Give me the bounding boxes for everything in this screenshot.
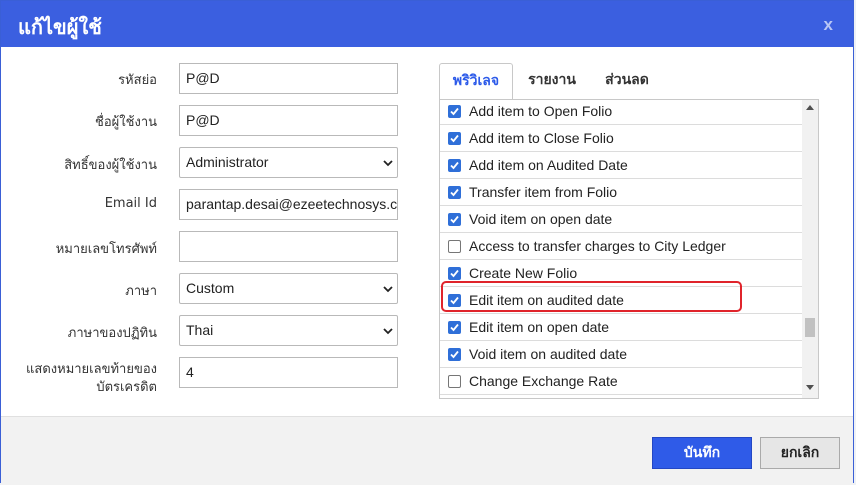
checkbox-checked[interactable] bbox=[448, 348, 461, 361]
privilege-item-label: Add item to Close Folio bbox=[469, 130, 614, 146]
language-select-value: Custom bbox=[186, 280, 235, 296]
dialog-footer: บันทึก ยกเลิก bbox=[1, 416, 853, 485]
card-digits-input[interactable]: 4 bbox=[179, 357, 398, 388]
privilege-item[interactable]: Add item on Audited Date bbox=[440, 152, 802, 179]
tab-reports[interactable]: รายงาน bbox=[525, 63, 579, 99]
checkmark-icon bbox=[450, 107, 459, 116]
short-code-label: รหัสย่อ bbox=[118, 73, 157, 88]
calendar-select-value: Thai bbox=[186, 322, 214, 338]
email-label: Email Id bbox=[104, 196, 157, 211]
privilege-item[interactable]: Transfer item from Folio bbox=[440, 179, 802, 206]
chevron-down-icon bbox=[383, 160, 393, 167]
username-label: ชื่อผู้ใช้งาน bbox=[95, 115, 157, 130]
checkmark-icon bbox=[450, 350, 459, 359]
close-icon[interactable]: x bbox=[824, 15, 833, 35]
tab-privileges[interactable]: พริวิเลจ bbox=[439, 63, 513, 100]
privilege-item[interactable]: Void item on audited date bbox=[440, 341, 802, 368]
checkmark-icon bbox=[450, 215, 459, 224]
chevron-down-icon bbox=[383, 286, 393, 293]
cancel-button[interactable]: ยกเลิก bbox=[760, 437, 840, 469]
checkbox-checked[interactable] bbox=[448, 213, 461, 226]
privilege-select[interactable]: Administrator bbox=[179, 147, 398, 178]
checkbox-checked[interactable] bbox=[448, 159, 461, 172]
privilege-item[interactable]: Change Exchange Rate bbox=[440, 368, 802, 395]
phone-label: หมายเลขโทรศัพท์ bbox=[55, 242, 157, 257]
checkbox-checked[interactable] bbox=[448, 186, 461, 199]
privilege-label: สิทธิ์ของผู้ใช้งาน bbox=[64, 158, 157, 173]
dialog-title: แก้ไขผู้ใช้ bbox=[18, 15, 102, 39]
checkmark-icon bbox=[450, 269, 459, 278]
checkmark-icon bbox=[450, 161, 459, 170]
privilege-item[interactable]: Edit item on open date bbox=[440, 314, 802, 341]
tab-discounts[interactable]: ส่วนลด bbox=[601, 63, 653, 99]
checkmark-icon bbox=[450, 188, 459, 197]
privilege-item-label: Add item to Open Folio bbox=[469, 103, 613, 119]
privilege-item-label: Change Exchange Rate bbox=[469, 373, 618, 389]
language-label: ภาษา bbox=[125, 284, 157, 299]
privilege-item-label: Edit item on open date bbox=[469, 319, 610, 335]
calendar-select[interactable]: Thai bbox=[179, 315, 398, 346]
privilege-item-label: Transfer item from Folio bbox=[469, 184, 618, 200]
privilege-item[interactable]: Add item to Close Folio bbox=[440, 125, 802, 152]
dialog-titlebar: แก้ไขผู้ใช้ x bbox=[1, 1, 853, 47]
scrollbar-thumb[interactable] bbox=[805, 318, 815, 337]
privilege-item-label: Add item on Audited Date bbox=[469, 157, 628, 173]
chevron-down-icon bbox=[383, 328, 393, 335]
privilege-item[interactable]: Void item on open date bbox=[440, 206, 802, 233]
calendar-label: ภาษาของปฏิทิน bbox=[67, 326, 157, 341]
phone-input[interactable] bbox=[179, 231, 398, 262]
list-scrollbar[interactable] bbox=[802, 100, 818, 398]
edit-user-dialog: แก้ไขผู้ใช้ x รหัสย่อ P@D ชื่อผู้ใช้งาน … bbox=[0, 0, 854, 485]
privilege-list: Change Exchange Rate Void item on audited… bbox=[439, 99, 819, 399]
privilege-select-value: Administrator bbox=[186, 154, 269, 170]
scroll-down-icon[interactable] bbox=[806, 385, 814, 390]
checkbox-checked[interactable] bbox=[448, 105, 461, 118]
username-input[interactable]: P@D bbox=[179, 105, 398, 136]
scroll-up-icon[interactable] bbox=[806, 105, 814, 110]
highlight-box bbox=[441, 281, 742, 312]
privilege-item-label: Access to transfer charges to City Ledge… bbox=[469, 238, 726, 254]
checkmark-icon bbox=[450, 323, 459, 332]
email-input[interactable]: parantap.desai@ezeetechnosys.c bbox=[179, 189, 398, 220]
checkbox-unchecked[interactable] bbox=[448, 375, 461, 388]
checkbox-checked[interactable] bbox=[448, 267, 461, 280]
privilege-item-label: Void item on open date bbox=[469, 211, 613, 227]
privilege-item-label: Create New Folio bbox=[469, 265, 578, 281]
language-select[interactable]: Custom bbox=[179, 273, 398, 304]
privilege-item-label: Void item on audited date bbox=[469, 346, 628, 362]
checkbox-checked[interactable] bbox=[448, 132, 461, 145]
dialog-body: รหัสย่อ P@D ชื่อผู้ใช้งาน P@D สิทธิ์ของผ… bbox=[1, 47, 853, 415]
checkmark-icon bbox=[450, 134, 459, 143]
privilege-item[interactable]: Add item to Open Folio bbox=[440, 100, 802, 125]
checkbox-checked[interactable] bbox=[448, 321, 461, 334]
card-digits-label-line2: บัตรเครดิต bbox=[96, 380, 157, 395]
save-button[interactable]: บันทึก bbox=[652, 437, 752, 469]
checkbox-unchecked[interactable] bbox=[448, 240, 461, 253]
privilege-item[interactable]: Access to transfer charges to City Ledge… bbox=[440, 233, 802, 260]
short-code-input[interactable]: P@D bbox=[179, 63, 398, 94]
